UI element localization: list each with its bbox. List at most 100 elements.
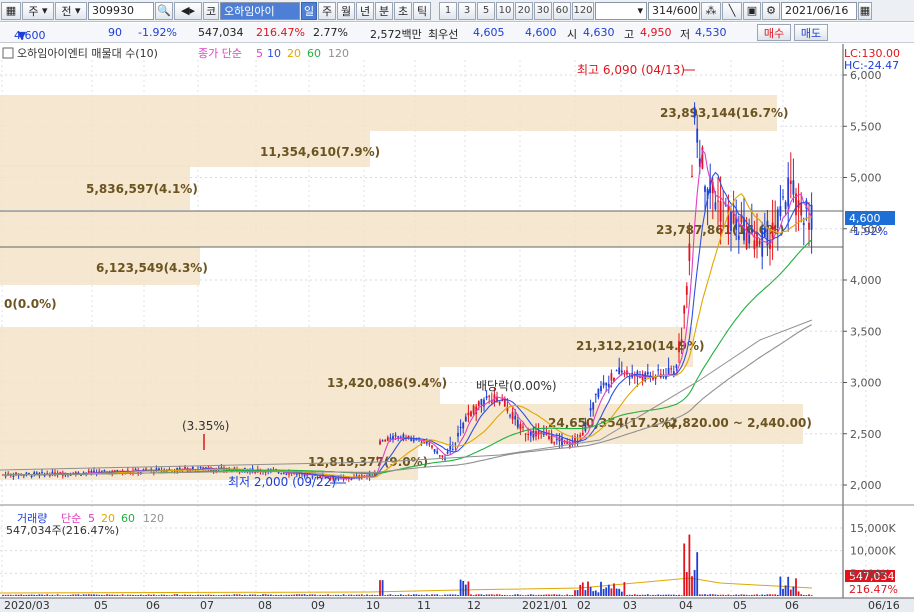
volume-bar [95,594,98,596]
save-icon[interactable]: ▣ [743,1,761,20]
y-tick-label: 3,000 [850,377,882,390]
volume-bar [636,594,639,596]
volume-bar [792,586,795,596]
best-label: 최우선 [428,28,459,41]
volume-bar [152,594,155,596]
volume-bar [537,594,540,596]
volume-bar [191,595,194,596]
stock-chart[interactable]: 23,893,144(16.7%) 11,354,610(7.9%) 5,836,5… [0,44,914,612]
candle-body [178,467,181,469]
interval-20[interactable]: 20 [515,1,533,20]
stock-prefix[interactable]: 코 [203,1,219,20]
volume-bar [384,595,387,596]
volume-bar [730,595,732,596]
candle-body [428,443,431,445]
quote-bar: 4,600 ▼ 90 -1.92% 547,034 216.47% 2.77% … [0,23,914,43]
volume-bar [805,595,808,596]
period-second[interactable]: 초 [394,1,412,20]
volume-bar [269,594,272,596]
volume-current: 547,034주(216.47%) [6,524,119,537]
market-select[interactable]: 주 ▾ [22,1,54,20]
volume-bar [657,594,660,596]
count-input[interactable]: 314/600 [648,1,700,20]
candle-body [782,196,784,198]
volume-bar [155,595,158,596]
volume-bar [501,595,504,596]
chart-area[interactable]: 23,893,144(16.7%) 11,354,610(7.9%) 5,836,5… [0,44,914,612]
speaker-icon[interactable]: ◀▸ [174,1,202,20]
volume-bar [301,594,303,596]
volume-bar [615,588,618,596]
candle-body [480,398,483,405]
volume-bar [72,594,75,596]
high-note: 최고 6,090 (04/13) [577,63,685,77]
period-day[interactable]: 일 [301,1,317,20]
interval-1[interactable]: 1 [439,1,457,20]
volume-bar [54,595,56,596]
dividend-note: 배당락(0.00%) [476,379,557,393]
interval-5[interactable]: 5 [477,1,495,20]
period-tick[interactable]: 틱 [413,1,431,20]
best-bid: 4,600 [525,26,557,39]
stock-name-field[interactable]: 오하임아이 [220,1,300,20]
volume-bar [314,594,316,596]
volume-bar [171,595,173,596]
candle-body [615,370,618,372]
period-week[interactable]: 주 [318,1,336,20]
volume-bar [379,580,381,596]
candle-body [561,438,563,446]
sparkle-icon[interactable]: ⁂ [701,1,721,20]
date-input[interactable]: 2021/06/16 [781,1,857,20]
volume-bar [753,594,756,596]
gear-icon[interactable]: ⚙ [762,1,780,20]
volume-bar [77,594,80,596]
hc-label: HC:-24.47 [844,59,899,72]
interval-120[interactable]: 120 [572,1,594,20]
candle-body [717,200,719,202]
volume-bar [340,595,342,596]
volume-bar [93,594,95,596]
volume-bar [493,594,496,596]
candle-body [470,411,472,417]
draw-line-icon[interactable]: ╲ [722,1,742,20]
interval-10[interactable]: 10 [496,1,514,20]
custom-interval-input[interactable]: ▾ [595,1,647,20]
search-icon[interactable]: 🔍 [155,1,173,20]
candle-body [688,243,691,261]
volume-bar [43,595,46,596]
candle-body [618,367,621,375]
volume-bar [4,594,7,596]
candle-body [511,412,514,420]
volume-bar [766,594,769,596]
interval-3[interactable]: 3 [458,1,476,20]
candle-body [722,210,725,212]
buy-button[interactable]: 매수 [757,24,791,41]
period-year[interactable]: 년 [356,1,374,20]
volume-bar [800,594,803,596]
volume-bar [132,594,134,596]
candle-body [592,402,595,410]
volume-bar [82,594,85,596]
interval-30[interactable]: 30 [534,1,552,20]
volume-bar [683,543,686,596]
grid-icon[interactable]: ▦ [1,1,21,20]
volume-bar [737,594,740,596]
period-minute[interactable]: 분 [375,1,393,20]
volume-bar [561,595,563,596]
calendar-icon[interactable]: ▦ [858,1,872,20]
y-tick-label: 5,500 [850,120,882,133]
x-tick-label: 04 [679,599,693,612]
stock-name: 오하임아이 [224,4,275,18]
volume-bar [168,595,171,596]
code-input[interactable]: 309930 [88,1,154,20]
volume-bar [761,594,764,596]
volume-bar [670,594,673,596]
interval-60[interactable]: 60 [553,1,571,20]
candle-body [277,472,280,474]
period-month[interactable]: 월 [337,1,355,20]
volume-bar [392,595,394,596]
candle-body [386,437,389,441]
type-select[interactable]: 전 ▾ [55,1,87,20]
sell-button[interactable]: 매도 [794,24,828,41]
volume-bar [368,595,371,596]
